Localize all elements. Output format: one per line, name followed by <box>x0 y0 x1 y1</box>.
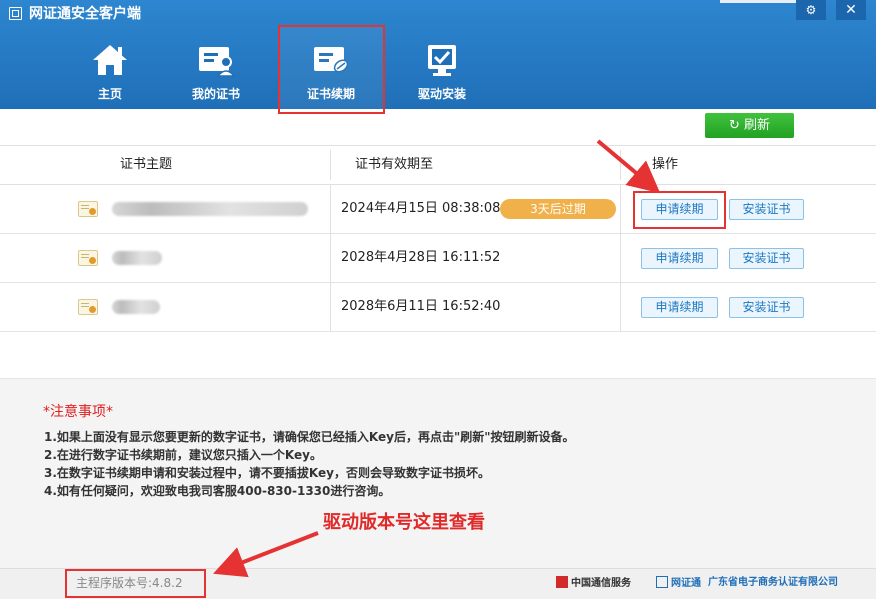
nav-item-driver-install[interactable]: 驱动安装 <box>394 26 490 106</box>
column-divider <box>620 234 621 283</box>
install-certificate-button[interactable]: 安装证书 <box>729 248 804 269</box>
note-line: 4.如有任何疑问，欢迎致电我司客服400-830-1330进行咨询。 <box>44 484 391 498</box>
column-header-actions: 操作 <box>652 157 679 172</box>
nav-label-my-certificates: 我的证书 <box>191 87 240 101</box>
annotation-highlight-nav <box>278 25 385 114</box>
notes-title: *注意事项* <box>43 401 113 421</box>
note-line: 2.在进行数字证书续期前，建议您只插入一个Key。 <box>44 448 322 462</box>
certificate-subject-redacted <box>112 202 308 216</box>
partner-name: 中国通信服务 <box>571 578 631 589</box>
header-bar: 网证通安全客户端 ⚙ ✕ 主页 我的证书 证书续期 驱动安装 <box>0 0 876 109</box>
home-icon <box>93 45 127 75</box>
install-certificate-button[interactable]: 安装证书 <box>729 297 804 318</box>
driver-install-icon <box>428 45 456 76</box>
expiry-date: 2028年6月11日 16:52:40 <box>341 299 501 314</box>
column-divider <box>620 185 621 234</box>
nav-item-my-certificates[interactable]: 我的证书 <box>168 26 264 106</box>
close-icon[interactable]: ✕ <box>836 0 866 20</box>
renew-button[interactable]: 申请续期 <box>641 248 718 269</box>
refresh-icon: ↻ <box>728 118 740 133</box>
app-logo-icon <box>9 7 22 20</box>
column-header-expiry: 证书有效期至 <box>355 157 434 172</box>
install-certificate-button[interactable]: 安装证书 <box>729 199 804 220</box>
table-header: 证书主题 证书有效期至 操作 <box>0 145 876 185</box>
expiry-date: 2028年4月28日 16:11:52 <box>341 250 501 265</box>
notes-star: * <box>106 404 113 420</box>
nav-item-home[interactable]: 主页 <box>62 26 158 106</box>
partner-netca: 网证通 <box>656 576 701 591</box>
annotation-highlight-version <box>65 569 206 598</box>
annotation-highlight-renew <box>633 191 726 229</box>
app-title: 网证通安全客户端 <box>29 6 141 22</box>
column-divider <box>330 283 331 332</box>
partner-china-comservice: 中国通信服务 <box>556 576 631 591</box>
column-divider <box>620 150 621 180</box>
settings-icon[interactable]: ⚙ <box>796 0 826 20</box>
certificate-subject-redacted <box>112 251 162 265</box>
table-row: 2028年6月11日 16:52:40 申请续期 安装证书 <box>0 283 876 332</box>
notes-star: * <box>43 404 50 420</box>
certificate-icon <box>78 299 98 315</box>
refresh-label: 刷新 <box>744 118 771 133</box>
column-header-subject: 证书主题 <box>120 157 173 172</box>
column-divider <box>330 234 331 283</box>
note-line: 1.如果上面没有显示您要更新的数字证书，请确保您已经插入Key后，再点击"刷新"… <box>44 430 575 444</box>
certificate-icon <box>78 250 98 266</box>
expiry-warning-badge: 3天后过期 <box>500 199 616 219</box>
table-row: 2028年4月28日 16:11:52 申请续期 安装证书 <box>0 234 876 283</box>
table-row: 2024年4月15日 08:38:08 3天后过期 申请续期 安装证书 <box>0 185 876 234</box>
title-bar-edge <box>720 0 796 3</box>
column-divider <box>620 283 621 332</box>
nav-label-driver-install: 驱动安装 <box>417 87 466 101</box>
refresh-button[interactable]: ↻ 刷新 <box>705 113 794 138</box>
expiry-date: 2024年4月15日 08:38:08 <box>341 201 501 216</box>
china-comservice-logo-icon <box>556 576 568 588</box>
certificate-icon <box>78 201 98 217</box>
annotation-text: 驱动版本号这里查看 <box>323 512 485 533</box>
nav-label-home: 主页 <box>97 87 122 101</box>
notes-panel: *注意事项* 1.如果上面没有显示您要更新的数字证书，请确保您已经插入Key后，… <box>0 378 876 568</box>
partner-name: 网证通 <box>671 578 701 589</box>
renew-button[interactable]: 申请续期 <box>641 297 718 318</box>
certificate-subject-redacted <box>112 300 160 314</box>
column-divider <box>330 185 331 234</box>
notes-title-text: 注意事项 <box>50 404 106 420</box>
partner-gdca: 广东省电子商务认证有限公司 <box>708 576 838 590</box>
netca-logo-icon <box>656 576 668 588</box>
partner-name: 广东省电子商务认证有限公司 <box>708 577 838 588</box>
column-divider <box>330 150 331 180</box>
certificate-user-icon <box>199 47 236 77</box>
note-line: 3.在数字证书续期申请和安装过程中，请不要插拔Key，否则会导致数字证书损坏。 <box>44 466 490 480</box>
app-window: 网证通安全客户端 ⚙ ✕ 主页 我的证书 证书续期 驱动安装 ↻ 刷新 证书主题… <box>0 0 876 599</box>
